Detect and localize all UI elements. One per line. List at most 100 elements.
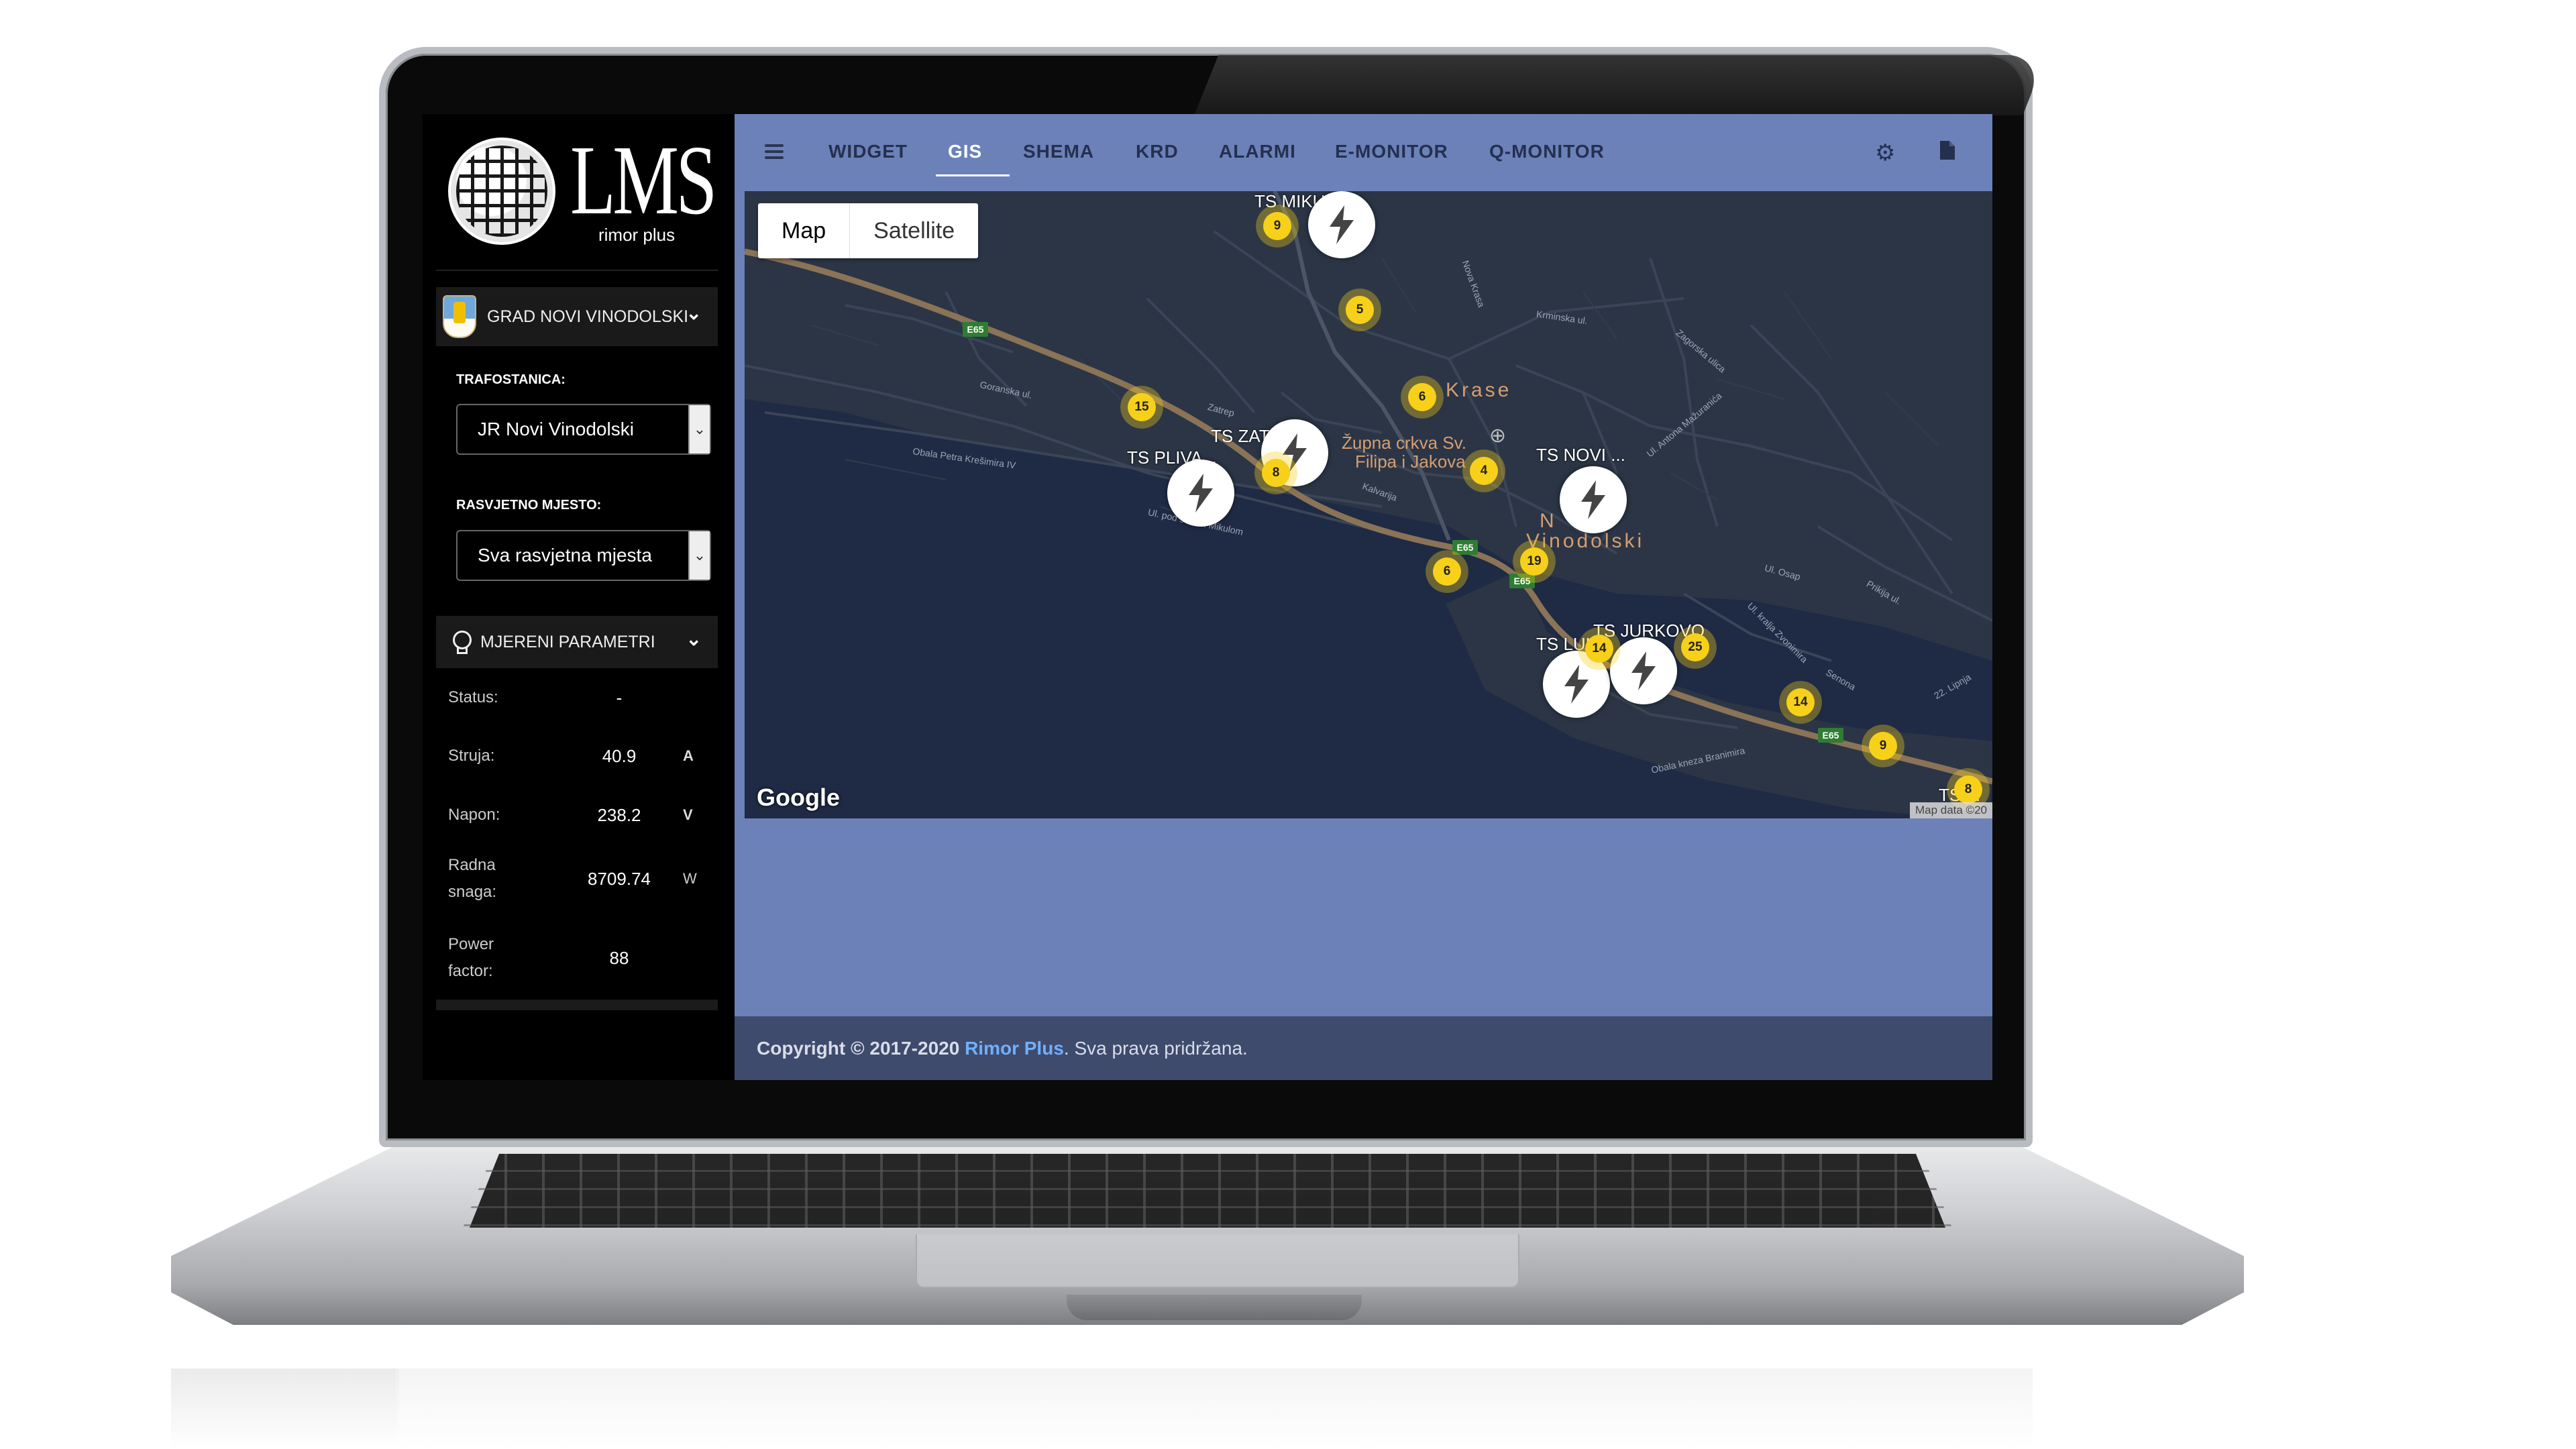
- param-value: 88: [609, 948, 629, 968]
- city-crest-icon: [443, 295, 476, 338]
- trafostanica-label: TRAFOSTANICA:: [456, 372, 566, 387]
- page: LMS rimor plus GRAD NOVI VINODOLSKI ⌄ TR…: [0, 0, 2576, 1449]
- copyright-text: Copyright © 2017-2020 Rimor Plus. Sva pr…: [757, 1038, 1248, 1059]
- cluster-count: 6: [1408, 383, 1436, 411]
- param-value: 238.2: [597, 805, 641, 825]
- rasvjetno-value: Sva rasvjetna mjesta: [478, 545, 652, 566]
- hamburger-menu-icon[interactable]: [765, 144, 784, 159]
- map-type-satellite-button[interactable]: Satellite: [850, 203, 978, 258]
- cluster-count: 15: [1128, 393, 1156, 421]
- cluster-marker[interactable]: 9: [1256, 205, 1299, 248]
- cluster-count: 9: [1263, 212, 1291, 240]
- param-unit: V: [683, 806, 693, 823]
- lms-logo: LMS rimor plus: [436, 131, 718, 258]
- param-unit: A: [683, 747, 694, 764]
- road-shield-e65: E65: [1818, 728, 1843, 743]
- param-unit: W: [683, 870, 697, 887]
- params-header[interactable]: MJERENI PARAMETRI ⌄: [436, 616, 718, 668]
- tab-e-monitor[interactable]: E-MONITOR: [1335, 141, 1448, 162]
- laptop-lid-reflection: [1194, 55, 2047, 115]
- cluster-count: 8: [1954, 775, 1982, 804]
- cluster-count: 9: [1869, 732, 1897, 760]
- substation-label: TS NOVI ...: [1536, 445, 1625, 465]
- substation-marker-bolt-icon[interactable]: [1308, 191, 1375, 258]
- logo-title: LMS: [570, 125, 717, 235]
- tab-shema[interactable]: SHEMA: [1023, 141, 1094, 162]
- top-navigation: WIDGET GIS SHEMA KRD ALARMI E-MONITOR Q-…: [735, 114, 1992, 191]
- cluster-count: 25: [1681, 633, 1709, 661]
- chevron-down-icon: ⌄: [686, 303, 702, 323]
- rasvjetno-label: RASVJETNO MJESTO:: [456, 498, 602, 513]
- rasvjetno-select[interactable]: Sva rasvjetna mjesta ⌄: [456, 530, 711, 581]
- param-name: Struja:: [448, 747, 495, 765]
- document-icon[interactable]: [1939, 140, 1956, 166]
- trafostanica-value: JR Novi Vinodolski: [478, 419, 634, 439]
- cluster-count: 14: [1786, 688, 1815, 716]
- cluster-marker[interactable]: 19: [1513, 540, 1556, 583]
- cluster-count: 19: [1520, 547, 1548, 576]
- town-label-part1: N: [1540, 510, 1557, 532]
- copyright-prefix: Copyright © 2017-2020: [757, 1038, 965, 1059]
- cluster-marker[interactable]: 14: [1578, 627, 1621, 670]
- param-name: Status:: [448, 688, 498, 706]
- cluster-marker[interactable]: 15: [1120, 386, 1163, 429]
- active-tab-indicator: [936, 174, 1010, 176]
- map-type-map-button[interactable]: Map: [758, 203, 849, 258]
- laptop-shadow: [396, 1368, 2033, 1449]
- road-shield-e65: E65: [963, 322, 988, 337]
- sidebar-divider: [436, 270, 718, 271]
- cluster-marker[interactable]: 4: [1462, 449, 1505, 492]
- map-type-control: Map Satellite: [758, 203, 979, 258]
- city-selector[interactable]: GRAD NOVI VINODOLSKI ⌄: [436, 287, 718, 346]
- tab-gis[interactable]: GIS: [948, 141, 982, 162]
- cluster-marker[interactable]: 8: [1254, 451, 1297, 494]
- laptop-touchpad: [916, 1234, 1519, 1288]
- map-attribution[interactable]: Map data ©20: [1909, 802, 1992, 818]
- cluster-count: 4: [1470, 457, 1498, 485]
- cluster-marker[interactable]: 25: [1674, 626, 1717, 669]
- cluster-marker[interactable]: 14: [1779, 681, 1822, 724]
- cluster-marker[interactable]: 6: [1426, 550, 1468, 593]
- param-value: -: [616, 688, 623, 708]
- cluster-count: 8: [1262, 459, 1290, 487]
- logo-subtitle: rimor plus: [598, 225, 676, 245]
- laptop-shadow: [171, 1368, 399, 1449]
- area-label-krase: Krase: [1446, 379, 1512, 401]
- gear-icon[interactable]: ⚙: [1875, 140, 1895, 166]
- param-name: Napon:: [448, 806, 500, 824]
- cluster-marker[interactable]: 5: [1338, 288, 1381, 331]
- cluster-count: 14: [1585, 635, 1613, 663]
- globe-logo-icon: [448, 138, 555, 245]
- select-arrow-icon: ⌄: [688, 531, 710, 580]
- param-name: Radna snaga:: [448, 856, 497, 901]
- cluster-marker[interactable]: 6: [1401, 376, 1444, 419]
- laptop-notch: [1067, 1295, 1362, 1320]
- footer: Copyright © 2017-2020 Rimor Plus. Sva pr…: [735, 1016, 1992, 1080]
- cluster-marker[interactable]: 9: [1862, 724, 1904, 767]
- params-header-label: MJERENI PARAMETRI: [480, 632, 655, 651]
- main-content: WIDGET GIS SHEMA KRD ALARMI E-MONITOR Q-…: [735, 114, 1992, 1080]
- sidebar-bottom-bar: [436, 1000, 718, 1010]
- tab-alarmi[interactable]: ALARMI: [1219, 141, 1296, 162]
- city-name: GRAD NOVI VINODOLSKI: [487, 307, 689, 326]
- laptop-keyboard-rows: [463, 1154, 1952, 1228]
- sidebar: LMS rimor plus GRAD NOVI VINODOLSKI ⌄ TR…: [423, 114, 724, 1080]
- param-value: 40.9: [602, 746, 637, 766]
- poi-label-line2: Filipa i Jakova: [1355, 451, 1466, 472]
- trafostanica-select[interactable]: JR Novi Vinodolski ⌄: [456, 404, 711, 455]
- cluster-count: 6: [1433, 557, 1461, 586]
- poi-label-line1: Župna crkva Sv.: [1342, 433, 1466, 453]
- copyright-suffix: . Sva prava pridržana.: [1063, 1038, 1248, 1059]
- laptop-screen: LMS rimor plus GRAD NOVI VINODOLSKI ⌄ TR…: [423, 114, 1992, 1080]
- substation-marker-bolt-icon[interactable]: [1167, 460, 1234, 527]
- gis-map[interactable]: E65 E65 E65 E65 Goranska ul. Obala Petra…: [745, 191, 1992, 818]
- google-logo: Google: [757, 784, 840, 811]
- param-name: Power factor:: [448, 935, 494, 980]
- brand-link[interactable]: Rimor Plus: [965, 1038, 1064, 1059]
- substation-marker-bolt-icon[interactable]: [1560, 466, 1627, 533]
- tab-krd[interactable]: KRD: [1136, 141, 1179, 162]
- tab-q-monitor[interactable]: Q-MONITOR: [1489, 141, 1605, 162]
- tab-widget[interactable]: WIDGET: [828, 141, 908, 162]
- map-base-layer: [745, 191, 1992, 818]
- param-value: 8709.74: [588, 869, 651, 889]
